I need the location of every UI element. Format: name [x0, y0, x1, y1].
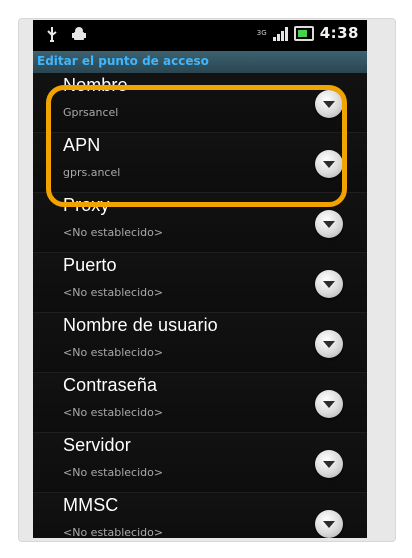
- setting-label: Puerto: [63, 255, 117, 275]
- signal-icon: [272, 25, 288, 41]
- setting-label: Nombre de usuario: [63, 315, 218, 335]
- title-bar: Editar el punto de acceso: [33, 51, 367, 73]
- chevron-down-icon[interactable]: [315, 510, 343, 538]
- setting-value: <No establecido>: [63, 466, 164, 479]
- setting-value: gprs.ancel: [63, 166, 121, 179]
- chevron-down-icon[interactable]: [315, 450, 343, 478]
- setting-value: <No establecido>: [63, 406, 164, 419]
- setting-item-nombre-de-usuario[interactable]: Nombre de usuario <No establecido>: [33, 313, 367, 373]
- chevron-down-icon[interactable]: [315, 150, 343, 178]
- settings-list: Nombre Gprsancel APN gprs.ancel Proxy <N…: [33, 73, 367, 538]
- battery-icon: [293, 25, 314, 41]
- setting-label: Contraseña: [63, 375, 158, 395]
- status-bar: 3G 4:38: [33, 20, 367, 51]
- chevron-down-icon[interactable]: [315, 390, 343, 418]
- setting-value: <No establecido>: [63, 286, 164, 299]
- setting-value: <No establecido>: [63, 226, 164, 239]
- setting-item-apn[interactable]: APN gprs.ancel: [33, 133, 367, 193]
- network-type: 3G: [256, 28, 267, 37]
- chevron-down-icon[interactable]: [315, 210, 343, 238]
- setting-item-puerto[interactable]: Puerto <No establecido>: [33, 253, 367, 313]
- setting-value: <No establecido>: [63, 346, 164, 359]
- setting-item-proxy[interactable]: Proxy <No establecido>: [33, 193, 367, 253]
- setting-label: Servidor: [63, 435, 131, 455]
- usb-icon: [45, 26, 59, 44]
- android-icon: [71, 26, 86, 44]
- phone-screen: 3G 4:38 Editar el punto de acceso Nombre…: [33, 20, 367, 538]
- setting-value: Gprsancel: [63, 106, 119, 119]
- setting-item-contrasena[interactable]: Contraseña <No establecido>: [33, 373, 367, 433]
- chevron-down-icon[interactable]: [315, 90, 343, 118]
- setting-label: Proxy: [63, 195, 110, 215]
- setting-label: APN: [63, 135, 101, 155]
- chevron-down-icon[interactable]: [315, 270, 343, 298]
- clock: 4:38: [319, 24, 359, 42]
- setting-item-nombre[interactable]: Nombre Gprsancel: [33, 73, 367, 133]
- setting-label: MMSC: [63, 495, 119, 515]
- setting-item-mmsc[interactable]: MMSC <No establecido>: [33, 493, 367, 538]
- setting-value: <No establecido>: [63, 526, 164, 538]
- setting-item-servidor[interactable]: Servidor <No establecido>: [33, 433, 367, 493]
- chevron-down-icon[interactable]: [315, 330, 343, 358]
- page-title: Editar el punto de acceso: [37, 54, 209, 68]
- setting-label: Nombre: [63, 75, 128, 95]
